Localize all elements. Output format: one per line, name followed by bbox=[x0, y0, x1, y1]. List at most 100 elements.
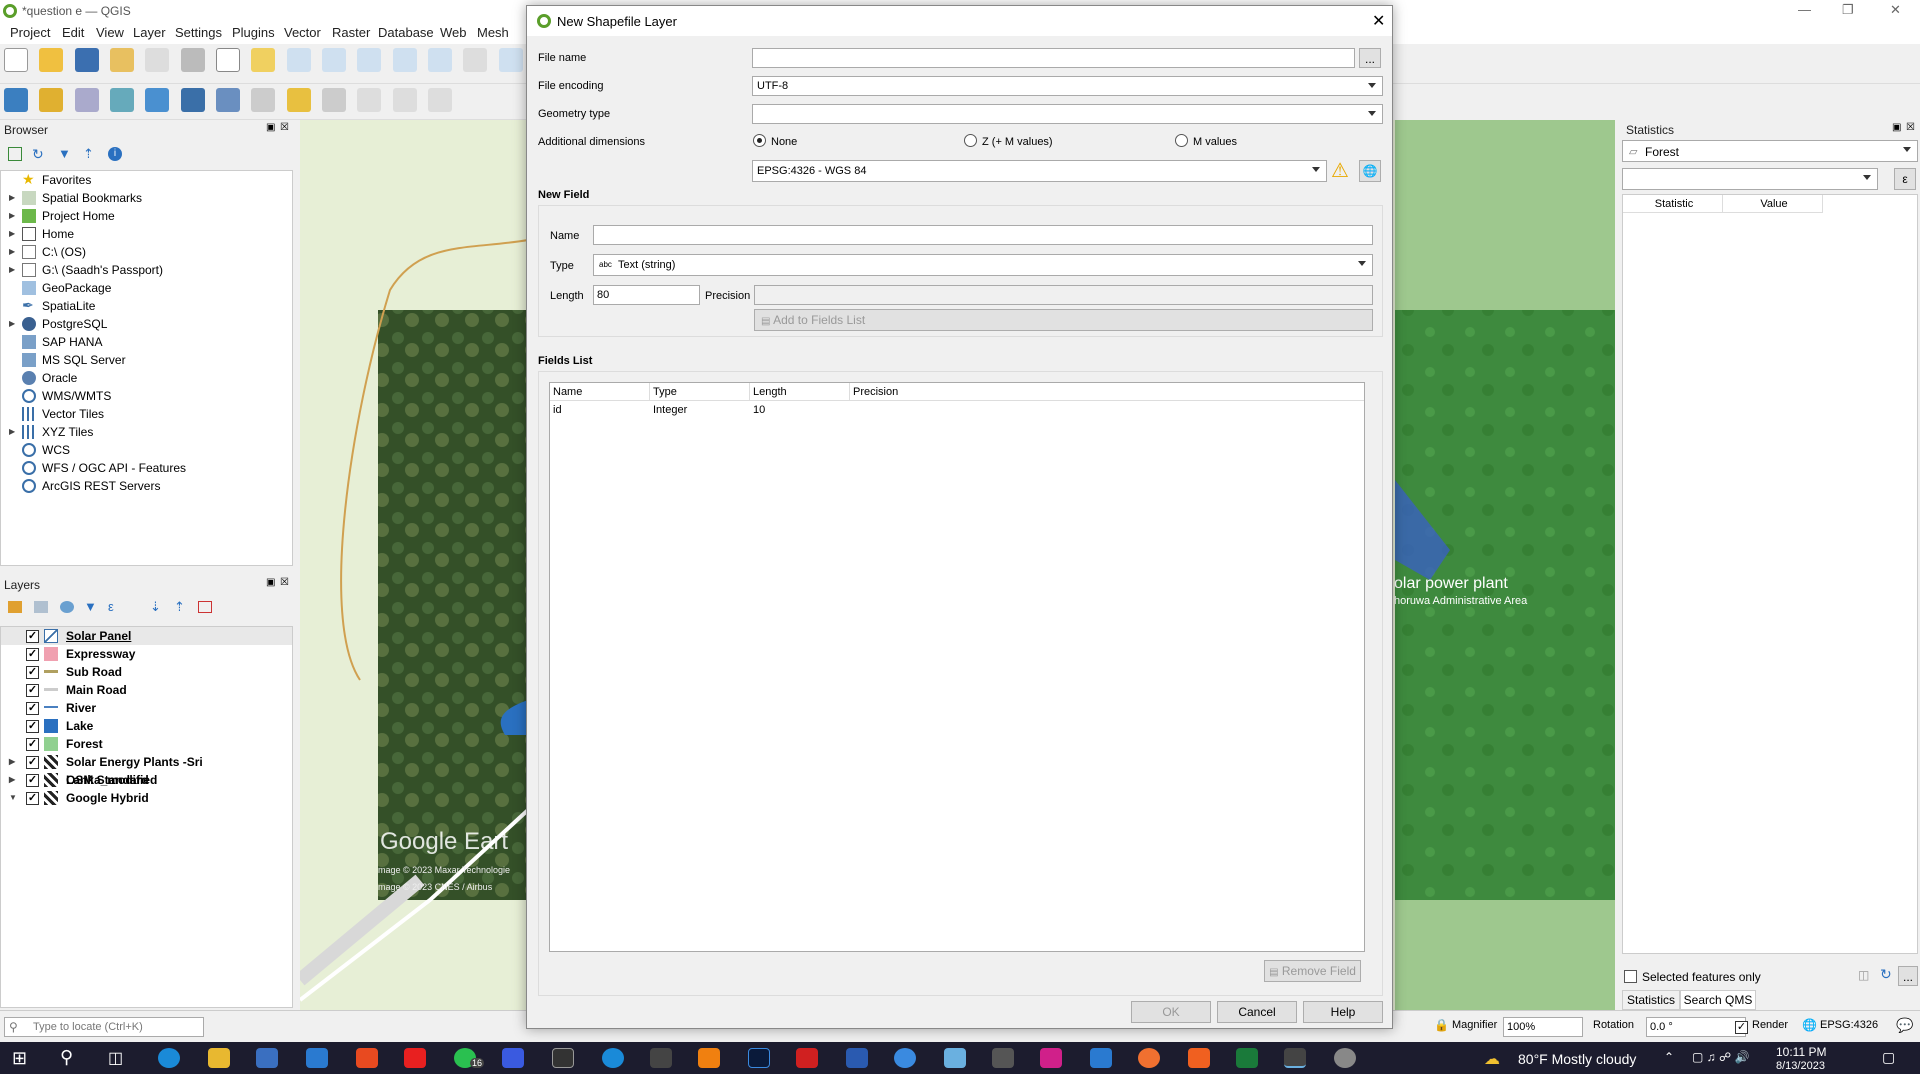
browser-item[interactable]: Vector Tiles bbox=[1, 405, 292, 423]
column-header[interactable]: Statistic bbox=[1623, 195, 1723, 213]
browser-item[interactable]: ▶ PostgreSQL bbox=[1, 315, 292, 333]
expand-icon[interactable]: ▶ bbox=[9, 225, 15, 243]
browse-button[interactable]: ... bbox=[1359, 48, 1381, 68]
style-manager-icon[interactable] bbox=[180, 48, 205, 72]
panel-close-icon[interactable]: ☒ bbox=[280, 122, 289, 133]
browser-item[interactable]: ▶ C:\ (OS) bbox=[1, 243, 292, 261]
open-project-icon[interactable] bbox=[39, 48, 64, 72]
file-name-input[interactable] bbox=[752, 48, 1355, 68]
dim-none-radio[interactable] bbox=[753, 134, 766, 147]
store-icon[interactable] bbox=[256, 1048, 278, 1068]
browser-item[interactable]: MS SQL Server bbox=[1, 351, 292, 369]
toggle-editing-icon[interactable] bbox=[286, 88, 311, 112]
windows-start-icon[interactable]: ⊞ bbox=[12, 1048, 27, 1069]
browser-item[interactable]: WMS/WMTS bbox=[1, 387, 292, 405]
help-button[interactable]: Help bbox=[1303, 1001, 1383, 1023]
expand-icon[interactable]: ▶ bbox=[9, 207, 15, 225]
pan-to-selection-icon[interactable] bbox=[251, 48, 276, 72]
add-selected-icon[interactable] bbox=[8, 147, 22, 161]
layer-select[interactable]: ▱ Forest bbox=[1622, 140, 1918, 162]
vertex-tool-icon[interactable] bbox=[392, 88, 417, 112]
photoshop-icon[interactable] bbox=[748, 1048, 770, 1068]
app-icon[interactable] bbox=[602, 1048, 624, 1068]
minimize-icon[interactable]: — bbox=[1798, 2, 1811, 17]
panel-close-icon[interactable]: ☒ bbox=[280, 577, 289, 588]
layer-item[interactable]: ✓ Forest bbox=[1, 735, 292, 753]
add-group-icon[interactable] bbox=[34, 601, 48, 613]
expand-all-icon[interactable]: ⇣ bbox=[150, 599, 161, 615]
table-row[interactable]: id Integer 10 bbox=[550, 402, 1364, 420]
selected-only-checkbox[interactable] bbox=[1624, 970, 1637, 983]
menu-vector[interactable]: Vector bbox=[284, 25, 321, 40]
remove-layer-icon[interactable] bbox=[198, 601, 212, 613]
column-header[interactable]: Name bbox=[550, 383, 650, 401]
layer-checkbox[interactable]: ✓ bbox=[26, 648, 39, 661]
filter-icon[interactable]: ▼ bbox=[58, 146, 71, 161]
layer-checkbox[interactable]: ✓ bbox=[26, 774, 39, 787]
cancel-button[interactable]: Cancel bbox=[1217, 1001, 1297, 1023]
xampp-icon[interactable] bbox=[1188, 1048, 1210, 1068]
expand-icon[interactable]: ▶ bbox=[9, 315, 15, 333]
add-feature-icon[interactable] bbox=[357, 88, 382, 112]
info-icon[interactable]: i bbox=[108, 147, 122, 161]
rotation-spinbox[interactable]: 0.0 ° bbox=[1646, 1017, 1746, 1037]
browser-item[interactable]: ArcGIS REST Servers bbox=[1, 477, 292, 495]
magnifier-spinbox[interactable]: 100% bbox=[1503, 1017, 1583, 1037]
browser-item[interactable]: GeoPackage bbox=[1, 279, 292, 297]
excel-icon[interactable] bbox=[1236, 1048, 1258, 1068]
browser-item[interactable]: WCS bbox=[1, 441, 292, 459]
close-icon[interactable]: ✕ bbox=[1372, 11, 1385, 31]
collapse-all-icon[interactable]: ⇡ bbox=[83, 146, 94, 162]
browser-item[interactable]: ✒ SpatiaLite bbox=[1, 297, 292, 315]
panel-float-icon[interactable]: ▣ bbox=[1892, 122, 1901, 133]
layer-checkbox[interactable]: ✓ bbox=[26, 630, 39, 643]
search-icon[interactable]: ⚲ bbox=[60, 1047, 73, 1068]
layer-item[interactable]: ✓ Expressway bbox=[1, 645, 292, 663]
menu-database[interactable]: Database bbox=[378, 25, 434, 40]
app-icon[interactable] bbox=[502, 1048, 524, 1068]
ok-button[interactable]: OK bbox=[1131, 1001, 1211, 1023]
browser-item[interactable]: ★ Favorites bbox=[1, 171, 292, 189]
crs-selector-button[interactable]: 🌐 bbox=[1359, 160, 1381, 182]
layer-checkbox[interactable]: ✓ bbox=[26, 738, 39, 751]
browser-item[interactable]: WFS / OGC API - Features bbox=[1, 459, 292, 477]
jetbrains-icon[interactable] bbox=[1040, 1048, 1062, 1068]
expression-button[interactable]: ε bbox=[1894, 168, 1916, 190]
save-edits-icon[interactable] bbox=[322, 88, 347, 112]
mail-icon[interactable] bbox=[306, 1048, 328, 1068]
pan-icon[interactable] bbox=[216, 48, 241, 72]
panel-close-icon[interactable]: ☒ bbox=[1906, 122, 1915, 133]
layout-manager-icon[interactable] bbox=[145, 48, 170, 72]
new-mesh-layer-icon[interactable] bbox=[216, 88, 241, 112]
messages-icon[interactable]: 💬 bbox=[1896, 1017, 1913, 1034]
app-icon[interactable] bbox=[944, 1048, 966, 1068]
panel-float-icon[interactable]: ▣ bbox=[266, 122, 275, 133]
layer-checkbox[interactable]: ✓ bbox=[26, 756, 39, 769]
zoom-out-icon[interactable] bbox=[322, 48, 347, 72]
filter-expression-icon[interactable]: ε bbox=[108, 599, 114, 614]
zoom-native-icon[interactable] bbox=[463, 48, 488, 72]
remove-field-button[interactable]: ▤ Remove Field bbox=[1264, 960, 1361, 982]
layer-item[interactable]: ✓ Solar Panel bbox=[1, 627, 292, 645]
file-explorer-icon[interactable] bbox=[208, 1048, 230, 1068]
more-button[interactable]: ... bbox=[1898, 966, 1918, 986]
layer-item[interactable]: ▼ ✓ Google Hybrid bbox=[1, 789, 292, 807]
dim-z-radio[interactable] bbox=[964, 134, 977, 147]
close-window-icon[interactable]: ✕ bbox=[1890, 2, 1901, 18]
edge-icon[interactable] bbox=[158, 1048, 180, 1068]
zoom-selection-icon[interactable] bbox=[392, 48, 417, 72]
browser-item[interactable]: ▶ Home bbox=[1, 225, 292, 243]
menu-settings[interactable]: Settings bbox=[175, 25, 222, 40]
menu-plugins[interactable]: Plugins bbox=[232, 25, 275, 40]
zoom-full-icon[interactable] bbox=[357, 48, 382, 72]
field-select[interactable] bbox=[1622, 168, 1878, 190]
expand-icon[interactable]: ▶ bbox=[9, 189, 15, 207]
geometry-type-select[interactable] bbox=[752, 104, 1383, 124]
collapse-all-icon[interactable]: ⇡ bbox=[174, 599, 185, 615]
panel-float-icon[interactable]: ▣ bbox=[266, 577, 275, 588]
column-header[interactable]: Precision bbox=[850, 383, 950, 401]
word-icon[interactable] bbox=[846, 1048, 868, 1068]
zoom-layer-icon[interactable] bbox=[428, 48, 453, 72]
new-temp-layer-icon[interactable] bbox=[145, 88, 170, 112]
task-view-icon[interactable]: ◫ bbox=[108, 1048, 123, 1068]
